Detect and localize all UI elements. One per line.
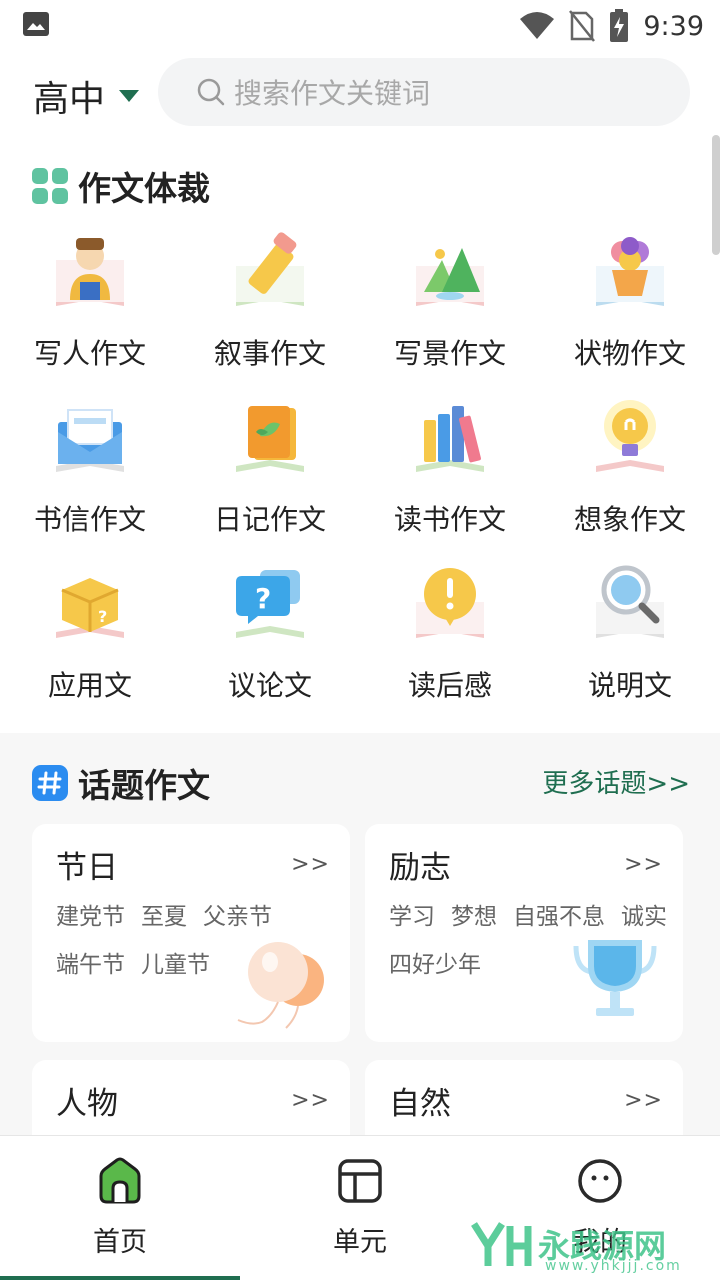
svg-text:?: ? xyxy=(98,607,107,626)
genre-label: 应用文 xyxy=(47,669,132,702)
hash-icon xyxy=(32,765,68,801)
genre-label: 写景作文 xyxy=(393,337,506,370)
exclamation-bubble-icon xyxy=(416,568,484,638)
genre-label: 状物作文 xyxy=(573,337,686,370)
magnifier-icon xyxy=(596,565,664,638)
tag[interactable]: 建党节 xyxy=(56,904,125,930)
balloon-icon xyxy=(237,942,324,1029)
card-title: 节日 xyxy=(56,850,118,886)
tag[interactable]: 父亲节 xyxy=(203,904,272,930)
wifi-icon xyxy=(520,12,555,39)
nav-item-unit[interactable]: 单元 xyxy=(240,1136,480,1280)
layout-icon xyxy=(338,1159,382,1203)
genre-item-reflection[interactable]: 读后感 xyxy=(360,554,540,720)
topic-card-inspiration[interactable]: 励志 >> 学习 梦想 自强不息 诚实 四好少年 xyxy=(365,824,683,1042)
svg-text:?: ? xyxy=(255,582,271,615)
topics-section-title: 话题作文 xyxy=(32,759,210,807)
grade-selector[interactable]: 高中 xyxy=(33,70,140,122)
nav-item-home[interactable]: 首页 xyxy=(0,1136,240,1280)
battery-charging-icon xyxy=(610,9,629,42)
tag[interactable]: 儿童节 xyxy=(141,952,210,978)
question-bubble-icon: ? xyxy=(236,570,304,638)
card-title: 励志 xyxy=(389,850,451,886)
home-icon xyxy=(99,1157,141,1204)
genre-label: 写人作文 xyxy=(33,337,146,370)
card-more-arrow[interactable]: >> xyxy=(291,852,330,877)
watermark-url: www.yhkjjj.com xyxy=(545,1258,682,1274)
search-icon xyxy=(197,78,225,106)
active-tab-indicator xyxy=(0,1276,240,1280)
genre-label: 读后感 xyxy=(407,669,492,702)
genre-label: 想象作文 xyxy=(573,503,686,536)
tag[interactable]: 自强不息 xyxy=(513,904,605,930)
mountain-icon xyxy=(416,248,484,306)
search-bar[interactable]: 搜索作文关键词 xyxy=(158,58,690,126)
clock: 9:39 xyxy=(643,10,704,42)
nav-label: 首页 xyxy=(93,1227,147,1258)
image-icon xyxy=(23,12,49,36)
watermark: 永践源网 www.yhkjjj.com xyxy=(470,1218,680,1274)
no-sim-icon xyxy=(569,10,596,42)
genre-item-argumentative[interactable]: ? 议论文 xyxy=(180,554,360,720)
tag[interactable]: 梦想 xyxy=(451,904,497,930)
flower-pot-icon xyxy=(596,237,664,306)
genre-item-practical[interactable]: ? 应用文 xyxy=(0,554,180,720)
card-title: 人物 xyxy=(56,1086,118,1122)
watermark-logo-icon xyxy=(471,1222,532,1266)
notebook-icon xyxy=(236,406,304,472)
topic-card-festival[interactable]: 节日 >> 建党节 至夏 父亲节 端午节 儿童节 xyxy=(32,824,350,1042)
grid-icon xyxy=(32,168,68,204)
tag[interactable]: 至夏 xyxy=(141,904,187,930)
genre-label: 议论文 xyxy=(227,669,312,702)
genre-item-diary[interactable]: 日记作文 xyxy=(180,388,360,554)
trophy-icon xyxy=(573,940,657,1016)
section-title: 话题作文 xyxy=(78,766,210,805)
genre-item-scenery[interactable]: 写景作文 xyxy=(360,222,540,388)
genre-item-letter[interactable]: 书信作文 xyxy=(0,388,180,554)
lightbulb-icon xyxy=(596,400,664,472)
more-topics-link[interactable]: 更多话题>> xyxy=(542,763,690,800)
genre-label: 书信作文 xyxy=(33,503,146,536)
genre-label: 日记作文 xyxy=(213,503,326,536)
tag[interactable]: 四好少年 xyxy=(389,952,481,978)
genre-item-portrait[interactable]: 写人作文 xyxy=(0,222,180,388)
pencil-icon xyxy=(236,232,304,306)
genre-item-imagination[interactable]: 想象作文 xyxy=(540,388,720,554)
card-more-arrow[interactable]: >> xyxy=(624,852,663,877)
tag[interactable]: 诚实 xyxy=(621,904,667,930)
caret-down-icon xyxy=(119,90,140,102)
card-title: 自然 xyxy=(389,1086,451,1122)
smile-icon xyxy=(578,1159,622,1203)
genre-label: 叙事作文 xyxy=(213,337,326,370)
genre-item-object[interactable]: 状物作文 xyxy=(540,222,720,388)
genres-section-title: 作文体裁 xyxy=(32,162,210,210)
person-icon xyxy=(56,238,124,306)
search-placeholder: 搜索作文关键词 xyxy=(234,77,431,110)
card-more-arrow[interactable]: >> xyxy=(624,1088,663,1113)
card-more-arrow[interactable]: >> xyxy=(291,1088,330,1113)
grade-label: 高中 xyxy=(33,79,106,120)
genre-item-narrative[interactable]: 叙事作文 xyxy=(180,222,360,388)
tag[interactable]: 端午节 xyxy=(56,952,125,978)
header: 高中 搜索作文关键词 xyxy=(0,56,720,128)
tag[interactable]: 学习 xyxy=(389,904,435,930)
genre-label: 说明文 xyxy=(587,669,672,702)
topics-section: 话题作文 更多话题>> 节日 >> 建党节 至夏 父亲节 端午节 儿童节 励志 … xyxy=(0,733,720,1160)
box-icon: ? xyxy=(56,578,124,638)
genre-item-expository[interactable]: 说明文 xyxy=(540,554,720,720)
section-title: 作文体裁 xyxy=(78,169,210,208)
envelope-icon xyxy=(56,409,124,472)
books-icon xyxy=(416,406,484,472)
genre-item-reading[interactable]: 读书作文 xyxy=(360,388,540,554)
nav-label: 单元 xyxy=(333,1227,387,1258)
genre-label: 读书作文 xyxy=(393,503,506,536)
status-bar: 9:39 xyxy=(0,0,720,50)
